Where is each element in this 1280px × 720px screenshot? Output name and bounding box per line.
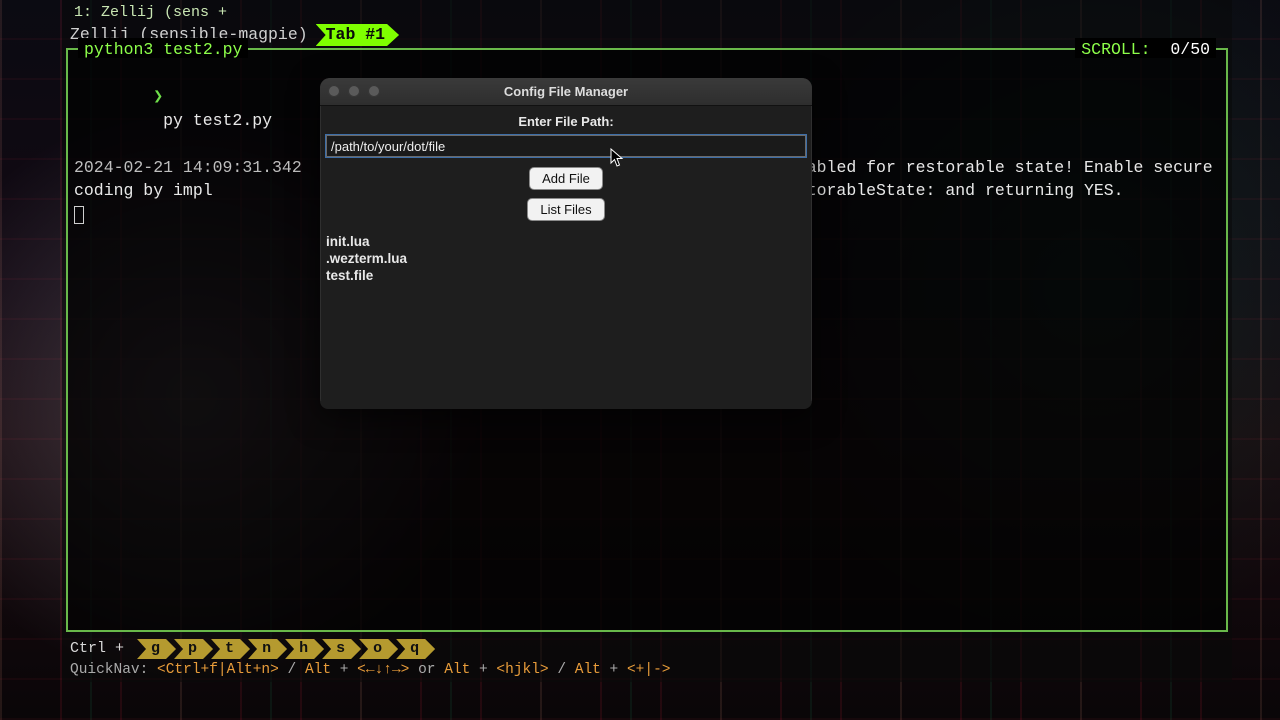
list-item[interactable]: .wezterm.lua [326,250,806,267]
zellij-tab-bar: Zellij (sensible-magpie) Tab #1 [70,24,1224,46]
hotkey-n[interactable]: n [248,639,287,659]
hotkey-t[interactable]: t [211,639,250,659]
hotkey-p[interactable]: p [174,639,213,659]
zellij-session-label: Zellij (sensible-magpie) [70,23,308,46]
hotkey-s[interactable]: s [322,639,361,659]
dialog-body: Enter File Path: Add File List Files ini… [320,106,812,401]
hotkey-prefix: Ctrl + [70,638,133,659]
zoom-icon[interactable] [368,85,380,97]
hotkey-q[interactable]: q [396,639,435,659]
hotkey-o[interactable]: o [359,639,398,659]
dialog-title: Config File Manager [504,84,628,99]
prompt-icon: ❯ [153,87,163,106]
window-controls [328,85,380,97]
hotkey-h[interactable]: h [285,639,324,659]
file-path-input[interactable] [326,135,806,157]
list-item[interactable]: test.file [326,267,806,284]
close-icon[interactable] [328,85,340,97]
dialog-footer [320,401,812,409]
dialog-titlebar[interactable]: Config File Manager [320,78,812,106]
minimize-icon[interactable] [348,85,360,97]
file-path-label: Enter File Path: [320,110,812,135]
list-item[interactable]: init.lua [326,233,806,250]
terminal-cursor-icon [74,206,84,224]
tab-active[interactable]: Tab #1 [316,24,399,46]
status-bar: Ctrl + g p t n h s o q QuickNav: <Ctrl+f… [70,638,1224,682]
add-file-button[interactable]: Add File [529,167,603,190]
os-window-title: 1: Zellij (sens + [74,2,227,23]
list-files-button[interactable]: List Files [527,198,604,221]
config-file-manager-dialog: Config File Manager Enter File Path: Add… [320,78,812,409]
hotkey-bar: Ctrl + g p t n h s o q [70,638,1224,660]
quicknav-help: QuickNav: <Ctrl+f|Alt+n> / Alt + <←↓↑→> … [70,660,1224,680]
command-text: py test2.py [163,111,272,130]
file-list: init.lua .wezterm.lua test.file [320,231,812,401]
hotkey-g[interactable]: g [137,639,176,659]
